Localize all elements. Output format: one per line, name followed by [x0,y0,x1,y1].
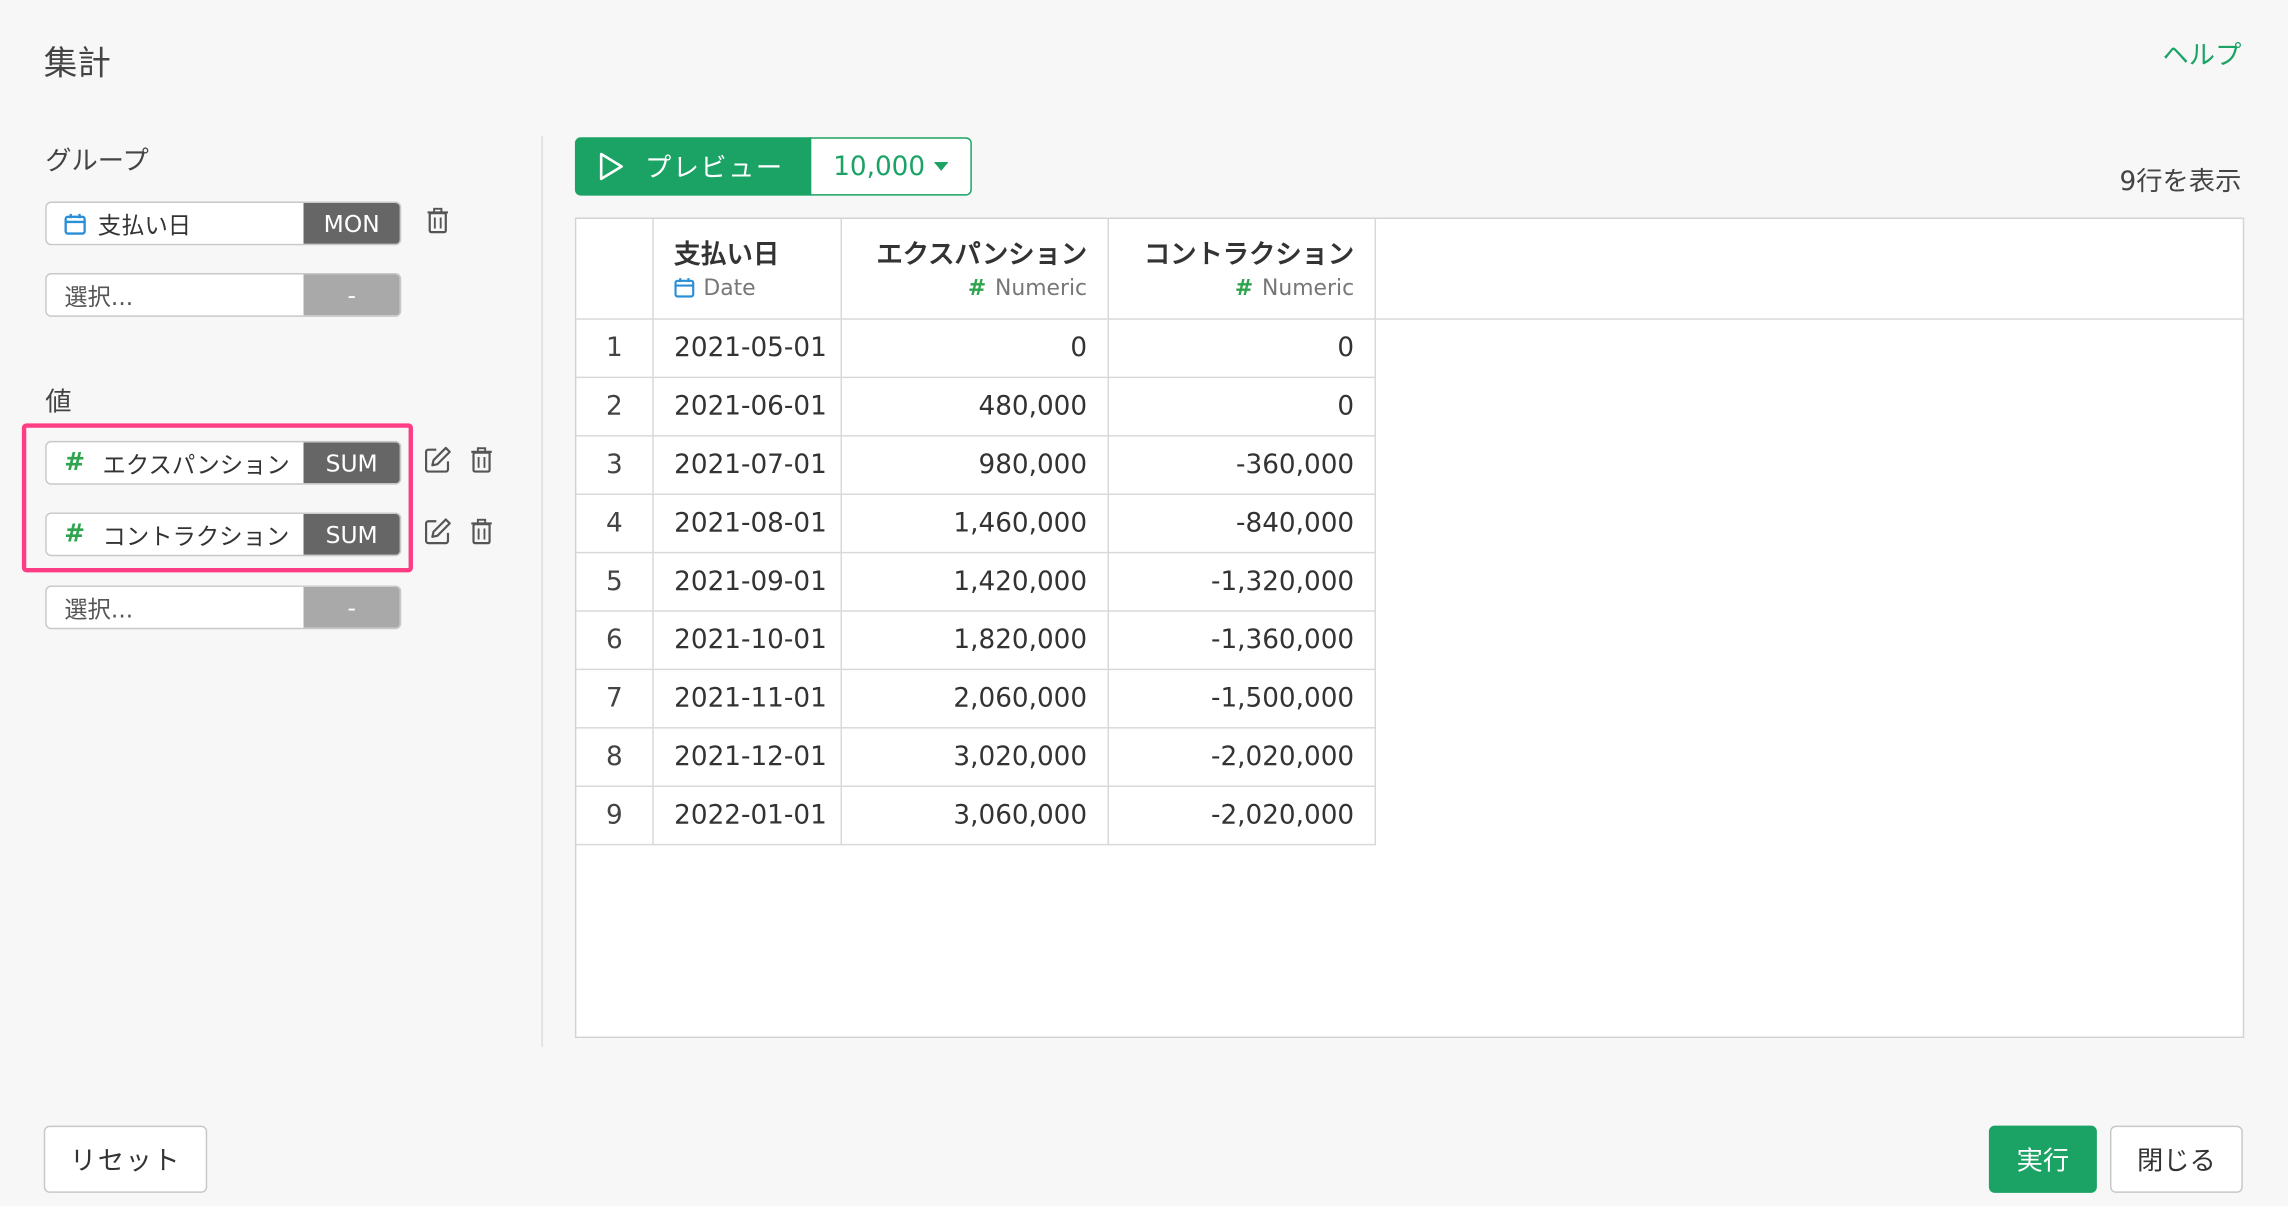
calendar-icon [674,277,695,298]
group-select-placeholder: 選択... [64,283,134,311]
preview-button[interactable]: プレビュー [574,137,812,196]
value-agg-dropdown[interactable]: SUM [303,513,400,555]
value-agg-dropdown[interactable]: SUM [303,442,400,484]
value-field-expansion[interactable]: # エクスパンション SUM [45,440,402,485]
table-row: 3 2021-07-01 980,000 -360,000 [576,435,1377,495]
cell-contraction: -1,360,000 [1108,611,1377,671]
cell-expansion: 3,020,000 [841,727,1109,787]
cell-contraction: -360,000 [1108,435,1377,495]
preview-table: 支払い日 Date エクスパンション # Numeric コントラクション # … [574,217,2245,1039]
cell-contraction: 0 [1108,319,1377,379]
value-field-label: エクスパンション [102,451,290,479]
play-icon [598,152,624,181]
cell-date: 2021-05-01 [652,319,842,379]
cell-contraction: -840,000 [1108,494,1377,554]
cell-contraction: 0 [1108,377,1377,437]
group-select-field[interactable]: 選択... - [45,273,402,317]
numeric-hash-icon: # [64,519,85,549]
cell-expansion: 980,000 [841,435,1109,495]
cell-expansion: 1,820,000 [841,611,1109,671]
trash-icon[interactable] [465,444,497,476]
row-number: 9 [576,786,654,846]
table-row: 9 2022-01-01 3,060,000 -2,020,000 [576,786,1377,846]
cell-expansion: 1,460,000 [841,494,1109,554]
row-count-text: 9行を表示 [2119,166,2242,198]
row-number: 8 [576,727,654,787]
cell-expansion: 2,060,000 [841,669,1109,729]
dialog-title: 集計 [43,45,111,84]
cell-contraction: -1,320,000 [1108,552,1377,612]
cell-expansion: 480,000 [841,377,1109,437]
table-row: 2 2021-06-01 480,000 0 [576,377,1377,437]
cell-date: 2021-12-01 [652,727,842,787]
group-section-label: グループ [45,146,149,177]
edit-icon[interactable] [422,444,454,476]
trash-icon[interactable] [465,515,497,547]
cell-expansion: 3,060,000 [841,786,1109,846]
run-button[interactable]: 実行 [1988,1125,2097,1193]
cell-date: 2022-01-01 [652,786,842,846]
cell-contraction: -2,020,000 [1108,786,1377,846]
cell-date: 2021-09-01 [652,552,842,612]
value-select-field[interactable]: 選択... - [45,585,402,630]
close-button[interactable]: 閉じる [2110,1125,2243,1193]
cell-date: 2021-11-01 [652,669,842,729]
table-row: 6 2021-10-01 1,820,000 -1,360,000 [576,611,1377,671]
group-field-payment-date[interactable]: 支払い日 MON [45,201,402,246]
group-field-label: 支払い日 [97,211,192,240]
column-header-contraction[interactable]: コントラクション # Numeric [1108,219,1377,320]
row-number: 3 [576,435,654,495]
panel-divider [541,135,543,1047]
numeric-hash-icon: # [1234,274,1254,301]
value-select-placeholder: 選択... [64,595,134,624]
table-row: 1 2021-05-01 0 0 [576,319,1377,379]
value-select-agg[interactable]: - [303,586,400,628]
column-name: エクスパンション [876,239,1088,271]
row-number: 7 [576,669,654,729]
group-select-agg[interactable]: - [303,274,400,316]
column-type: Numeric [1261,274,1355,301]
help-link[interactable]: ヘルプ [2163,35,2242,73]
preview-rows-value: 10,000 [833,151,926,182]
numeric-hash-icon: # [64,448,85,478]
value-field-contraction[interactable]: # コントラクション SUM [45,512,402,557]
aggregate-dialog: 集計 ヘルプ グループ 支払い日 MON 選択... - 値 # エクスパンショ… [0,0,2288,1206]
row-number: 6 [576,611,654,671]
table-header-filler [1373,219,2243,320]
group-agg-dropdown[interactable]: MON [303,202,400,244]
edit-icon[interactable] [422,515,454,547]
table-row: 5 2021-09-01 1,420,000 -1,320,000 [576,552,1377,612]
value-field-label: コントラクション [102,522,290,551]
cell-date: 2021-08-01 [652,494,842,554]
numeric-hash-icon: # [967,274,987,301]
preview-rows-dropdown[interactable]: 10,000 [809,137,972,196]
trash-icon[interactable] [422,204,454,236]
column-type: Numeric [994,274,1088,301]
column-header-expansion[interactable]: エクスパンション # Numeric [841,219,1109,320]
table-row: 7 2021-11-01 2,060,000 -1,500,000 [576,669,1377,729]
row-number: 5 [576,552,654,612]
row-number: 4 [576,494,654,554]
column-type: Date [703,274,756,301]
calendar-icon [64,212,86,235]
preview-button-label: プレビュー [644,153,784,184]
row-number: 2 [576,377,654,437]
caret-down-icon [933,162,949,171]
table-row: 4 2021-08-01 1,460,000 -840,000 [576,494,1377,554]
cell-date: 2021-06-01 [652,377,842,437]
cell-expansion: 1,420,000 [841,552,1109,612]
cell-contraction: -1,500,000 [1108,669,1377,729]
table-row: 8 2021-12-01 3,020,000 -2,020,000 [576,727,1377,787]
column-name: コントラクション [1144,239,1355,271]
cell-contraction: -2,020,000 [1108,727,1377,787]
cell-date: 2021-10-01 [652,611,842,671]
value-section-label: 値 [45,386,72,418]
row-number: 1 [576,319,654,379]
reset-button[interactable]: リセット [43,1125,208,1193]
column-header-payment-date[interactable]: 支払い日 Date [652,219,842,320]
row-number-header [576,219,654,320]
cell-date: 2021-07-01 [652,435,842,495]
cell-expansion: 0 [841,319,1109,379]
column-name: 支払い日 [674,239,780,271]
